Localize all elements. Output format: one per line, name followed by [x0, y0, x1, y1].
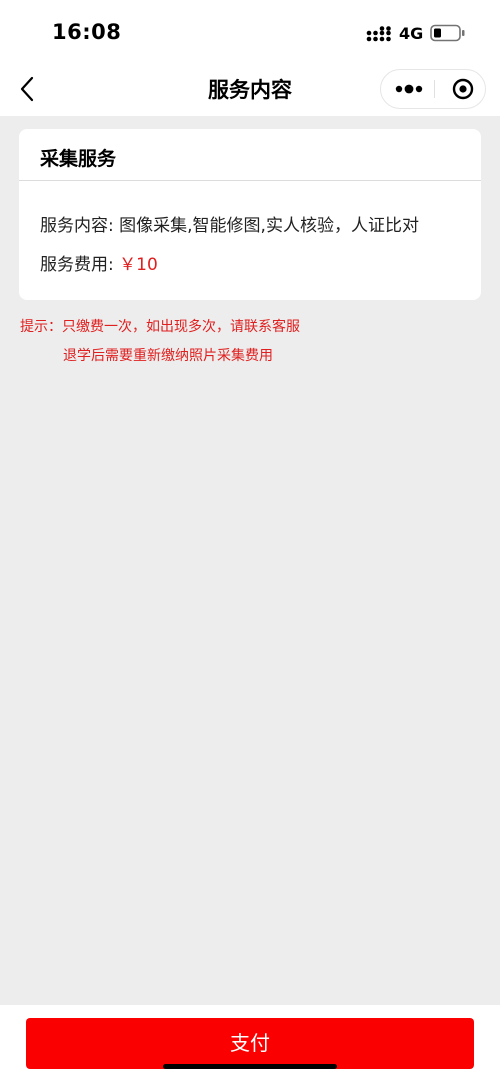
- service-fee-value: ￥10: [119, 255, 158, 275]
- mini-program-capsule: [380, 69, 486, 109]
- pay-button[interactable]: 支付: [26, 1018, 474, 1069]
- more-dots-icon: [395, 84, 423, 94]
- hint-text-line2: 退学后需要重新缴纳照片采集费用: [63, 348, 273, 364]
- service-fee-row: 服务费用: ￥10: [40, 250, 158, 275]
- card-title: 采集服务: [40, 148, 117, 170]
- network-type: 4G: [399, 24, 424, 43]
- header-area: 16:08 4G 服务内容: [0, 0, 500, 116]
- status-time: 16:08: [52, 20, 122, 44]
- service-fee-label: 服务费用:: [40, 255, 114, 275]
- service-card: 采集服务 服务内容: 图像采集,智能修图,实人核验，人证比对 服务费用: ￥10: [19, 129, 481, 300]
- battery-low-icon: [430, 24, 465, 42]
- nav-bar: 服务内容: [0, 64, 500, 116]
- target-close-icon: [452, 78, 474, 100]
- service-content-row: 服务内容: 图像采集,智能修图,实人核验，人证比对: [40, 211, 419, 236]
- close-mini-program-button[interactable]: [435, 70, 485, 108]
- hint-text-line1: 提示：只缴费一次，如出现多次，请联系客服: [20, 319, 300, 335]
- status-bar: 16:08 4G: [0, 0, 500, 64]
- home-indicator: [163, 1064, 337, 1069]
- card-divider: [19, 180, 481, 181]
- signal-bars-icon: [366, 26, 391, 42]
- more-button[interactable]: [381, 70, 434, 108]
- service-content-value: 图像采集,智能修图,实人核验，人证比对: [119, 216, 419, 236]
- service-content-label: 服务内容:: [40, 216, 114, 236]
- bottom-bar: 支付: [0, 1005, 500, 1082]
